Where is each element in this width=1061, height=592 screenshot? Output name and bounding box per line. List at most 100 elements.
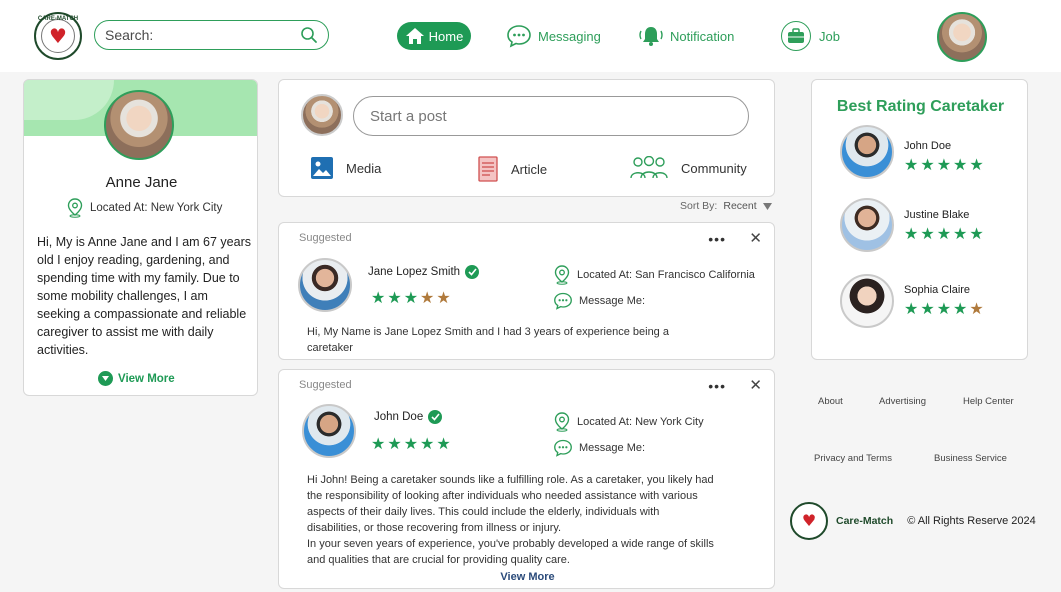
footer-brand-name: Care-Match (836, 515, 894, 527)
suggested-label: Suggested (299, 232, 352, 244)
more-options-icon[interactable]: ••• (708, 231, 726, 247)
suggestion-name[interactable]: John Doe (374, 410, 443, 424)
profile-bio: Hi, My is Anne Jane and I am 67 years ol… (37, 235, 251, 357)
footer-help-center-link[interactable]: Help Center (963, 396, 1014, 407)
sort-by-value: Recent (723, 200, 757, 212)
nav-job-label: Job (819, 28, 840, 44)
user-avatar[interactable] (937, 12, 987, 62)
logo-emblem: CARE-MATCH ♥ (37, 16, 79, 53)
caretaker-avatar[interactable] (840, 274, 894, 328)
nav-messaging[interactable]: Messaging (506, 22, 601, 50)
star-icon: ★★★★★ (371, 434, 453, 453)
caretaker-avatar[interactable] (840, 198, 894, 252)
close-icon[interactable]: ✕ (749, 229, 762, 247)
sort-by-label: Sort By: (680, 200, 718, 212)
message-me-label: Message Me: (579, 295, 646, 307)
top-navbar: CARE-MATCH ♥ Home Messaging Notification (0, 0, 1061, 72)
start-post-input[interactable]: Start a post (353, 96, 749, 136)
suggestion-name[interactable]: Jane Lopez Smith (368, 265, 480, 279)
suggestion-card: Suggested ••• ✕ John Doe ★★★★★ Located A… (278, 369, 775, 589)
community-icon (630, 156, 668, 179)
search-box (94, 20, 329, 50)
suggestion-location-text: Located At: San Francisco California (577, 269, 755, 281)
suggestion-text-line: disabilities, or those recovering from i… (307, 522, 562, 534)
chat-bubble-icon (554, 439, 572, 457)
star-icon: ★ (969, 299, 986, 318)
caretaker-name[interactable]: John Doe (904, 140, 951, 152)
post-author-avatar (301, 94, 343, 136)
message-me-button[interactable]: Message Me: (553, 292, 645, 310)
suggestion-location: Located At: New York City (553, 412, 704, 432)
profile-name: Anne Jane (105, 174, 178, 191)
message-me-button[interactable]: Message Me: (553, 439, 645, 457)
footer-advertising-link[interactable]: Advertising (879, 396, 926, 407)
suggestion-location: Located At: San Francisco California (553, 265, 755, 285)
suggestion-view-more-link[interactable]: View More (279, 571, 776, 583)
caretaker-name[interactable]: Justine Blake (904, 209, 969, 221)
create-post-card: Start a post Media Article Community (278, 79, 775, 197)
nav-home-label: Home (428, 28, 464, 44)
suggestion-text-line: Hi John! Being a caretaker sounds like a… (307, 474, 714, 486)
profile-view-more-button[interactable]: View More (98, 371, 175, 386)
suggestion-name-text: Jane Lopez Smith (368, 266, 461, 278)
message-me-label: Message Me: (579, 442, 646, 454)
media-label: Media (346, 160, 382, 176)
heart-icon: ♥ (801, 511, 817, 530)
briefcase-icon (781, 21, 811, 51)
nav-messaging-label: Messaging (538, 28, 601, 44)
suggestion-text-line: and qualities that are crucial for provi… (307, 554, 570, 566)
star-icon: ★★★★★ (904, 155, 986, 174)
suggestion-text: Hi, My Name is Jane Lopez Smith and I ha… (307, 326, 669, 354)
nav-home[interactable]: Home (397, 22, 471, 50)
suggestion-name-text: John Doe (374, 411, 424, 423)
media-button[interactable]: Media (310, 156, 381, 180)
rating-stars: ★★★★★ (371, 290, 453, 306)
suggestion-avatar[interactable] (302, 404, 356, 458)
bell-icon (639, 27, 663, 46)
heart-icon: ♥ (49, 24, 67, 48)
care-match-logo: ♥ (790, 502, 828, 540)
best-rating-card: Best Rating Caretaker John Doe ★★★★★ Jus… (811, 79, 1028, 360)
close-icon[interactable]: ✕ (749, 376, 762, 394)
suggestion-avatar[interactable] (298, 258, 352, 312)
verified-check-icon (428, 410, 443, 424)
nav-notification-label: Notification (670, 28, 735, 44)
nav-job[interactable]: Job (781, 21, 840, 51)
location-pin-icon (67, 198, 83, 218)
location-pin-icon (554, 265, 570, 285)
footer-business-link[interactable]: Business Service (934, 453, 1007, 464)
home-icon (405, 28, 424, 44)
search-icon[interactable] (300, 26, 318, 44)
footer-brand: ♥ Care-Match © All Rights Reserve 2024 (790, 502, 1036, 540)
best-rating-title: Best Rating Caretaker (836, 98, 1005, 115)
caretaker-rating-stars: ★★★★★ (904, 301, 986, 317)
rating-stars: ★★★★★ (371, 436, 453, 452)
suggestion-text-line: In your seven years of experience, you'v… (307, 538, 714, 550)
caretaker-name[interactable]: Sophia Claire (904, 284, 970, 296)
sort-by-control[interactable]: Sort By: Recent (680, 200, 772, 212)
image-icon (311, 157, 333, 179)
profile-card: Anne Jane Located At: New York City Hi, … (23, 79, 258, 396)
care-match-logo[interactable]: CARE-MATCH ♥ (34, 12, 82, 60)
footer-about-link[interactable]: About (818, 396, 843, 407)
star-icon: ★★★★ (904, 299, 970, 318)
suggestion-card: Suggested ••• ✕ Jane Lopez Smith ★★★★★ L… (278, 222, 775, 360)
search-input[interactable] (105, 27, 285, 43)
community-button[interactable]: Community (629, 156, 747, 180)
nav-notification[interactable]: Notification (638, 22, 734, 50)
chat-bubble-icon (507, 25, 531, 48)
footer-copyright: © All Rights Reserve 2024 (907, 515, 1036, 527)
article-button[interactable]: Article (477, 156, 547, 182)
profile-avatar[interactable] (104, 90, 174, 160)
caretaker-avatar[interactable] (840, 125, 894, 179)
more-options-icon[interactable]: ••• (708, 378, 726, 394)
star-icon: ★★ (420, 288, 453, 307)
footer-privacy-link[interactable]: Privacy and Terms (814, 453, 892, 464)
star-icon: ★★★ (371, 288, 421, 307)
article-label: Article (511, 161, 548, 177)
logo-text: CARE-MATCH (37, 16, 79, 22)
suggested-label: Suggested (299, 379, 352, 391)
suggestion-text-line: aspects of their daily lives. This could… (307, 506, 660, 518)
caretaker-rating-stars: ★★★★★ (904, 157, 986, 173)
suggestion-text-line: the responsibility of looking after indi… (307, 490, 698, 502)
